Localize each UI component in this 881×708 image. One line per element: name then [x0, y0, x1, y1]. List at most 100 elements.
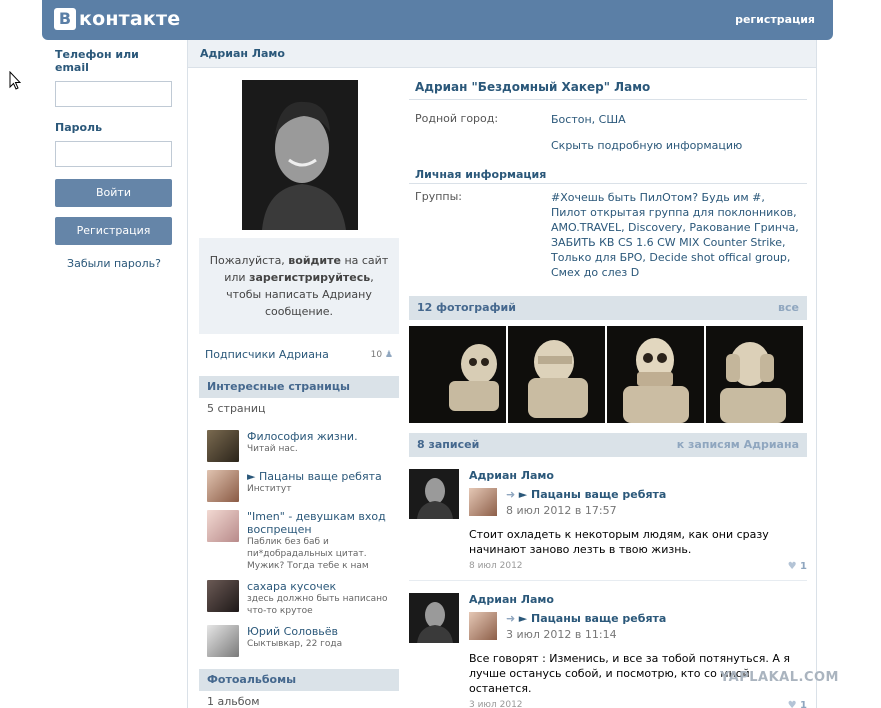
info-key: Родной город:: [415, 112, 499, 125]
repost-date[interactable]: 3 июл 2012 в 11:14: [506, 628, 666, 641]
info-row-groups: Группы: #Хочешь быть ПилОтом? Будь им #,…: [409, 190, 807, 280]
profile-name-bar: Адриан Ламо: [188, 40, 816, 68]
subscribers-count: 10 ♟: [370, 350, 393, 360]
photo-thumbnail[interactable]: [508, 326, 605, 423]
skeleton-photo-icon: [607, 326, 704, 423]
page-thumbnail: [207, 625, 239, 657]
photos-heading: 12 фотографий: [417, 301, 516, 314]
repost-thumbnail[interactable]: [469, 612, 497, 640]
forgot-password-link[interactable]: Забыли пароль?: [55, 257, 173, 270]
page-thumbnail: [207, 470, 239, 502]
like-button[interactable]: ♥ 1: [788, 700, 807, 708]
list-item[interactable]: сахара кусочек здесь должно быть написан…: [199, 580, 399, 617]
page-thumbnail: [207, 510, 239, 542]
post-author-avatar[interactable]: [409, 593, 459, 643]
post-author-link[interactable]: Адриан Ламо: [469, 469, 807, 482]
post-footer: 8 июл 2012 ♥ 1: [469, 561, 807, 572]
repost-block: ➜ ► Пацаны ваще ребята 8 июл 2012 в 17:5…: [469, 488, 807, 517]
hometown-link[interactable]: Бостон, США: [551, 112, 626, 127]
mouse-cursor-icon: [9, 71, 21, 90]
repost-title-link[interactable]: ➜ ► Пацаны ваще ребята: [506, 488, 666, 501]
photo-thumbnail[interactable]: [409, 326, 506, 423]
wall-all-link[interactable]: к записям Адриана: [677, 433, 799, 457]
like-button[interactable]: ♥ 1: [788, 561, 807, 572]
profile-left-column: Пожалуйста, войдите на сайт или зарегист…: [199, 80, 399, 708]
post-text: Стоит охладеть к некоторым людям, как он…: [469, 528, 769, 556]
photos-all-link[interactable]: все: [778, 296, 799, 320]
subscribers-row[interactable]: Подписчики Адриана 10 ♟: [199, 344, 399, 366]
page-thumbnail: [207, 580, 239, 612]
heart-icon: ♥: [787, 700, 797, 708]
prompt-register-link[interactable]: зарегистрируйтесь: [249, 271, 370, 284]
heart-icon: ♥: [787, 561, 797, 572]
skeleton-photo-icon: [508, 326, 605, 423]
header-register-link[interactable]: регистрация: [735, 13, 815, 26]
page-desc: Институт: [247, 484, 292, 494]
profile-avatar[interactable]: [242, 80, 358, 230]
page-title: "Imen" - девушкам вход воспрещен: [247, 510, 386, 536]
avatar-photo-icon: [409, 593, 459, 643]
wall-post: Адриан Ламо ➜ ► Пацаны ваще ребята 3 июл…: [409, 585, 807, 708]
list-item[interactable]: Философия жизни. Читай нас.: [199, 430, 399, 462]
page-desc: Сыктывкар, 22 года: [247, 639, 343, 649]
photo-thumbnail[interactable]: [607, 326, 704, 423]
page-desc: Паблик без баб и пи*добрадальных цитат. …: [247, 537, 369, 571]
vk-logo[interactable]: В контакте: [54, 8, 180, 30]
wall-post: Адриан Ламо ➜ ► Пацаны ваще ребята 8 июл…: [409, 461, 807, 572]
profile-content: Адриан Ламо Пожалуйста, войдите на сайт …: [187, 40, 817, 708]
post-body: Адриан Ламо ➜ ► Пацаны ваще ребята 3 июл…: [469, 593, 807, 708]
post-body: Адриан Ламо ➜ ► Пацаны ваще ребята 8 июл…: [469, 469, 807, 572]
repost-arrow-icon: ➜: [506, 612, 519, 625]
photos-bar[interactable]: 12 фотографий все: [409, 296, 807, 320]
login-prompt-box: Пожалуйста, войдите на сайт или зарегист…: [199, 238, 399, 334]
watermark-text: YAPLAKAL.COM: [720, 670, 839, 685]
wall-bar[interactable]: 8 записей к записям Адриана: [409, 433, 807, 457]
password-input[interactable]: [55, 141, 172, 167]
skeleton-photo-icon: [706, 326, 803, 423]
prompt-login-link[interactable]: войдите: [288, 254, 341, 267]
post-author-avatar[interactable]: [409, 469, 459, 519]
post-date[interactable]: 3 июл 2012: [469, 700, 523, 708]
wall-heading: 8 записей: [417, 438, 480, 451]
password-label: Пароль: [55, 121, 103, 134]
interesting-pages-heading[interactable]: Интересные страницы: [199, 376, 399, 398]
repost-title-link[interactable]: ➜ ► Пацаны ваще ребята: [506, 612, 666, 625]
repost-thumbnail[interactable]: [469, 488, 497, 516]
albums-count: 1 альбом: [207, 695, 260, 708]
logo-text: контакте: [79, 8, 181, 30]
login-form: Телефон или email Пароль Войти Регистрац…: [55, 48, 173, 270]
albums-heading[interactable]: Фотоальбомы: [199, 669, 399, 691]
photo-thumbnail[interactable]: [706, 326, 803, 423]
post-date[interactable]: 8 июл 2012: [469, 561, 523, 572]
subscribers-label: Подписчики Адриана: [205, 348, 329, 361]
page-title: сахара кусочек: [247, 580, 337, 593]
page-title: ► Пацаны ваще ребята: [247, 470, 382, 483]
phone-email-input[interactable]: [55, 81, 172, 107]
page-desc: здесь должно быть написано что-то крутое: [247, 594, 388, 616]
post-footer: 3 июл 2012 ♥ 1: [469, 700, 807, 708]
logo-icon: В: [54, 8, 76, 30]
list-item[interactable]: ► Пацаны ваще ребята Институт: [199, 470, 399, 502]
list-item[interactable]: "Imen" - девушкам вход воспрещен Паблик …: [199, 510, 399, 572]
people-icon: ♟: [384, 350, 393, 360]
repost-block: ➜ ► Пацаны ваще ребята 3 июл 2012 в 11:1…: [469, 612, 807, 641]
hide-details-link[interactable]: Скрыть подробную информацию: [409, 139, 807, 152]
repost-date[interactable]: 8 июл 2012 в 17:57: [506, 504, 666, 517]
list-item[interactable]: Юрий Соловьёв Сыктывкар, 22 года: [199, 625, 399, 657]
avatar-photo-icon: [409, 469, 459, 519]
post-divider: [409, 580, 807, 581]
login-button[interactable]: Войти: [55, 179, 172, 207]
skeleton-photo-icon: [409, 326, 506, 423]
top-header: В контакте регистрация: [42, 0, 833, 40]
prompt-text: Пожалуйста,: [209, 254, 289, 267]
page-thumbnail: [207, 430, 239, 462]
phone-label: Телефон или email: [55, 48, 139, 74]
groups-links[interactable]: #Хочешь быть ПилОтом? Будь им #, Пилот о…: [551, 190, 801, 280]
register-button[interactable]: Регистрация: [55, 217, 172, 245]
post-author-link[interactable]: Адриан Ламо: [469, 593, 807, 606]
page-title: Философия жизни.: [247, 430, 358, 443]
personal-info-heading: Личная информация: [409, 168, 807, 184]
avatar-photo-icon: [242, 80, 358, 230]
info-key: Группы:: [415, 190, 462, 203]
info-row-hometown: Родной город: Бостон, США: [409, 112, 807, 127]
